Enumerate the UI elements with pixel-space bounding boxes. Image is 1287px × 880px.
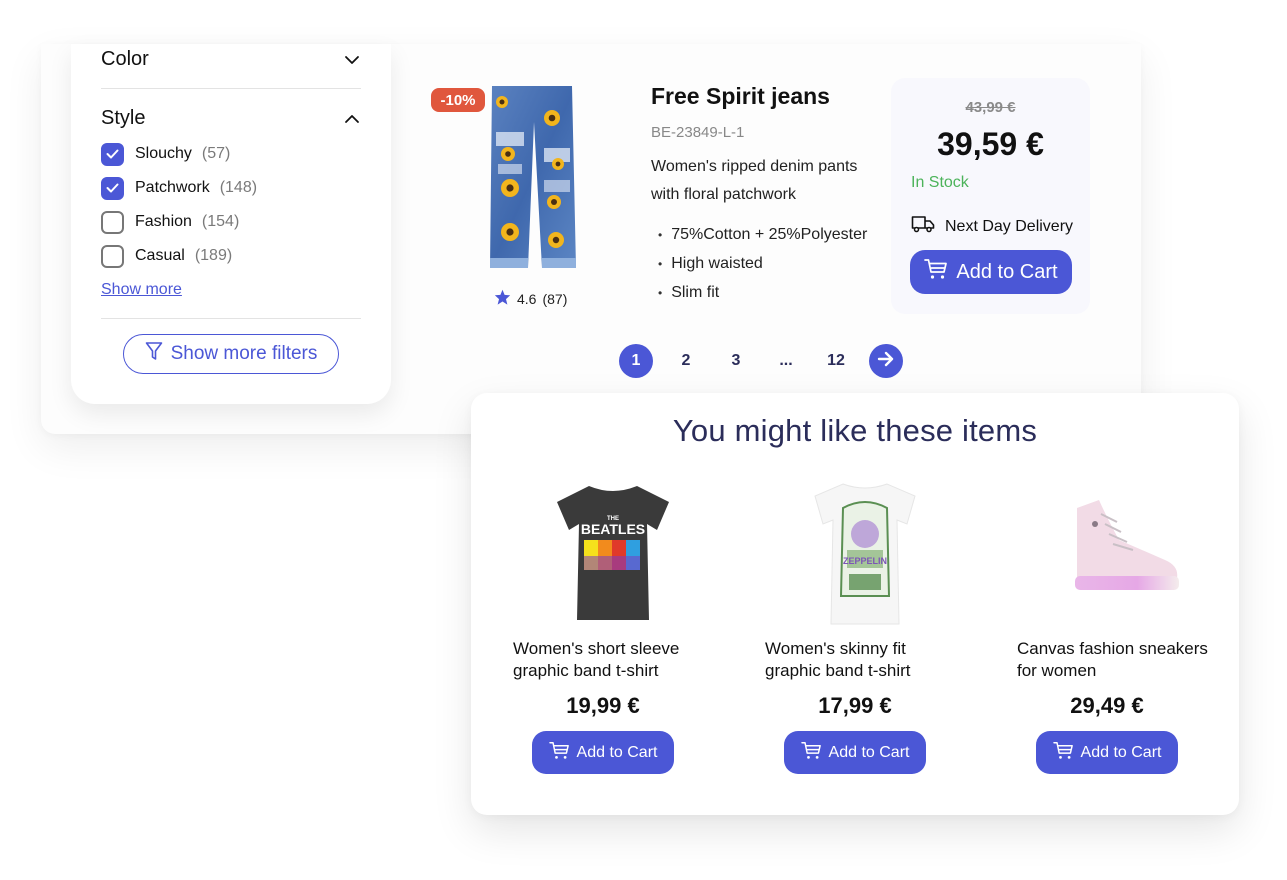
recommendation-item: THE BEATLES Women's short sleeve graphic… <box>513 478 713 788</box>
add-to-cart-label: Add to Cart <box>576 743 658 761</box>
chevron-up-icon[interactable] <box>343 110 361 128</box>
recommendation-name[interactable]: Women's skinny fit graphic band t-shirt <box>765 638 965 682</box>
add-to-cart-label: Add to Cart <box>956 260 1058 283</box>
star-icon <box>494 289 511 308</box>
product-image[interactable] <box>484 82 580 274</box>
recommendation-item: ZEPPELIN Women's skinny fit graphic band… <box>765 478 965 788</box>
recommendations-card: You might like these items THE BEATLES W… <box>471 393 1239 815</box>
filter-style-header[interactable]: Style <box>101 107 361 130</box>
show-more-link[interactable]: Show more <box>101 281 182 299</box>
page-ellipsis: ... <box>779 352 793 369</box>
add-to-cart-button[interactable]: Add to Cart <box>784 731 926 774</box>
filter-sidebar: Color Style Slouchy (57) Patchwork (148)… <box>71 44 391 404</box>
discount-badge: -10% <box>431 88 485 112</box>
cart-icon <box>924 258 948 286</box>
page-12-button[interactable]: 12 <box>819 344 853 378</box>
truck-icon <box>911 215 935 238</box>
filter-option-fashion[interactable]: Fashion (154) <box>101 210 239 234</box>
option-label: Fashion <box>135 213 192 230</box>
current-price: 39,59 € <box>937 126 1044 162</box>
recommendation-name[interactable]: Women's short sleeve graphic band t-shir… <box>513 638 713 682</box>
filter-color-label: Color <box>101 48 149 70</box>
product-image[interactable] <box>1047 478 1187 628</box>
option-label: Casual <box>135 247 185 264</box>
add-to-cart-button[interactable]: Add to Cart <box>1036 731 1178 774</box>
page-2-button[interactable]: 2 <box>669 344 703 378</box>
page-1-button[interactable]: 1 <box>619 344 653 378</box>
divider <box>101 88 361 89</box>
cart-icon <box>548 741 570 765</box>
add-to-cart-label: Add to Cart <box>1080 743 1162 761</box>
svg-text:ZEPPELIN: ZEPPELIN <box>843 556 887 566</box>
option-count: (189) <box>194 247 233 264</box>
filter-option-casual[interactable]: Casual (189) <box>101 244 232 268</box>
feature-item: High waisted <box>658 249 867 278</box>
add-to-cart-button[interactable]: Add to Cart <box>910 250 1072 294</box>
recommendation-item: Canvas fashion sneakers for women 29,49 … <box>1017 478 1217 788</box>
pagination: 1 2 3 ... 12 <box>619 344 903 378</box>
product-image[interactable]: ZEPPELIN <box>795 478 935 628</box>
checkbox-checked[interactable] <box>101 176 124 200</box>
show-more-filters-label: Show more filters <box>170 343 318 364</box>
old-price: 43,99 € <box>965 99 1016 116</box>
checkbox-checked[interactable] <box>101 142 124 166</box>
delivery-label: Next Day Delivery <box>945 217 1074 235</box>
checkbox-unchecked[interactable] <box>101 244 124 268</box>
recommendation-name[interactable]: Canvas fashion sneakers for women <box>1017 638 1217 682</box>
feature-item: Slim fit <box>658 278 867 307</box>
cart-icon <box>1052 741 1074 765</box>
arrow-right-icon <box>877 351 895 372</box>
review-count[interactable]: (87) <box>542 291 567 307</box>
option-label: Slouchy <box>135 145 192 162</box>
filter-option-slouchy[interactable]: Slouchy (57) <box>101 142 230 166</box>
checkbox-unchecked[interactable] <box>101 210 124 234</box>
product-features: 75%Cotton + 25%Polyester High waisted Sl… <box>658 220 867 307</box>
product-rating: 4.6 (87) <box>494 289 567 308</box>
page-3-button[interactable]: 3 <box>719 344 753 378</box>
product-sku: BE-23849-L-1 <box>651 124 745 141</box>
product-title[interactable]: Free Spirit jeans <box>651 83 830 110</box>
rating-value: 4.6 <box>517 290 537 307</box>
cart-icon <box>800 741 822 765</box>
divider <box>101 318 361 319</box>
recommendations-title: You might like these items <box>672 413 1038 448</box>
filter-funnel-icon <box>145 341 163 367</box>
delivery-info: Next Day Delivery <box>911 215 1073 238</box>
filter-option-patchwork[interactable]: Patchwork (148) <box>101 176 257 200</box>
option-count: (57) <box>201 145 231 162</box>
option-count: (154) <box>201 213 240 230</box>
filter-color-header[interactable]: Color <box>101 48 361 71</box>
recommendation-price: 19,99 € <box>566 693 640 718</box>
filter-style-label: Style <box>101 107 146 129</box>
feature-item: 75%Cotton + 25%Polyester <box>658 220 867 249</box>
stock-status: In Stock <box>911 174 969 191</box>
svg-text:BEATLES: BEATLES <box>581 521 645 537</box>
add-to-cart-label: Add to Cart <box>828 743 910 761</box>
product-description: Women's ripped denim pants with floral p… <box>651 158 858 203</box>
option-count: (148) <box>219 179 258 196</box>
recommendation-price: 29,49 € <box>1070 693 1144 718</box>
show-more-filters-button[interactable]: Show more filters <box>123 334 339 374</box>
add-to-cart-button[interactable]: Add to Cart <box>532 731 674 774</box>
option-label: Patchwork <box>135 179 210 196</box>
price-box: 43,99 € 39,59 € In Stock Next Day Delive… <box>891 78 1090 314</box>
chevron-down-icon[interactable] <box>343 51 361 69</box>
recommendation-price: 17,99 € <box>818 693 892 718</box>
product-image[interactable]: THE BEATLES <box>543 478 683 628</box>
next-page-button[interactable] <box>869 344 903 378</box>
